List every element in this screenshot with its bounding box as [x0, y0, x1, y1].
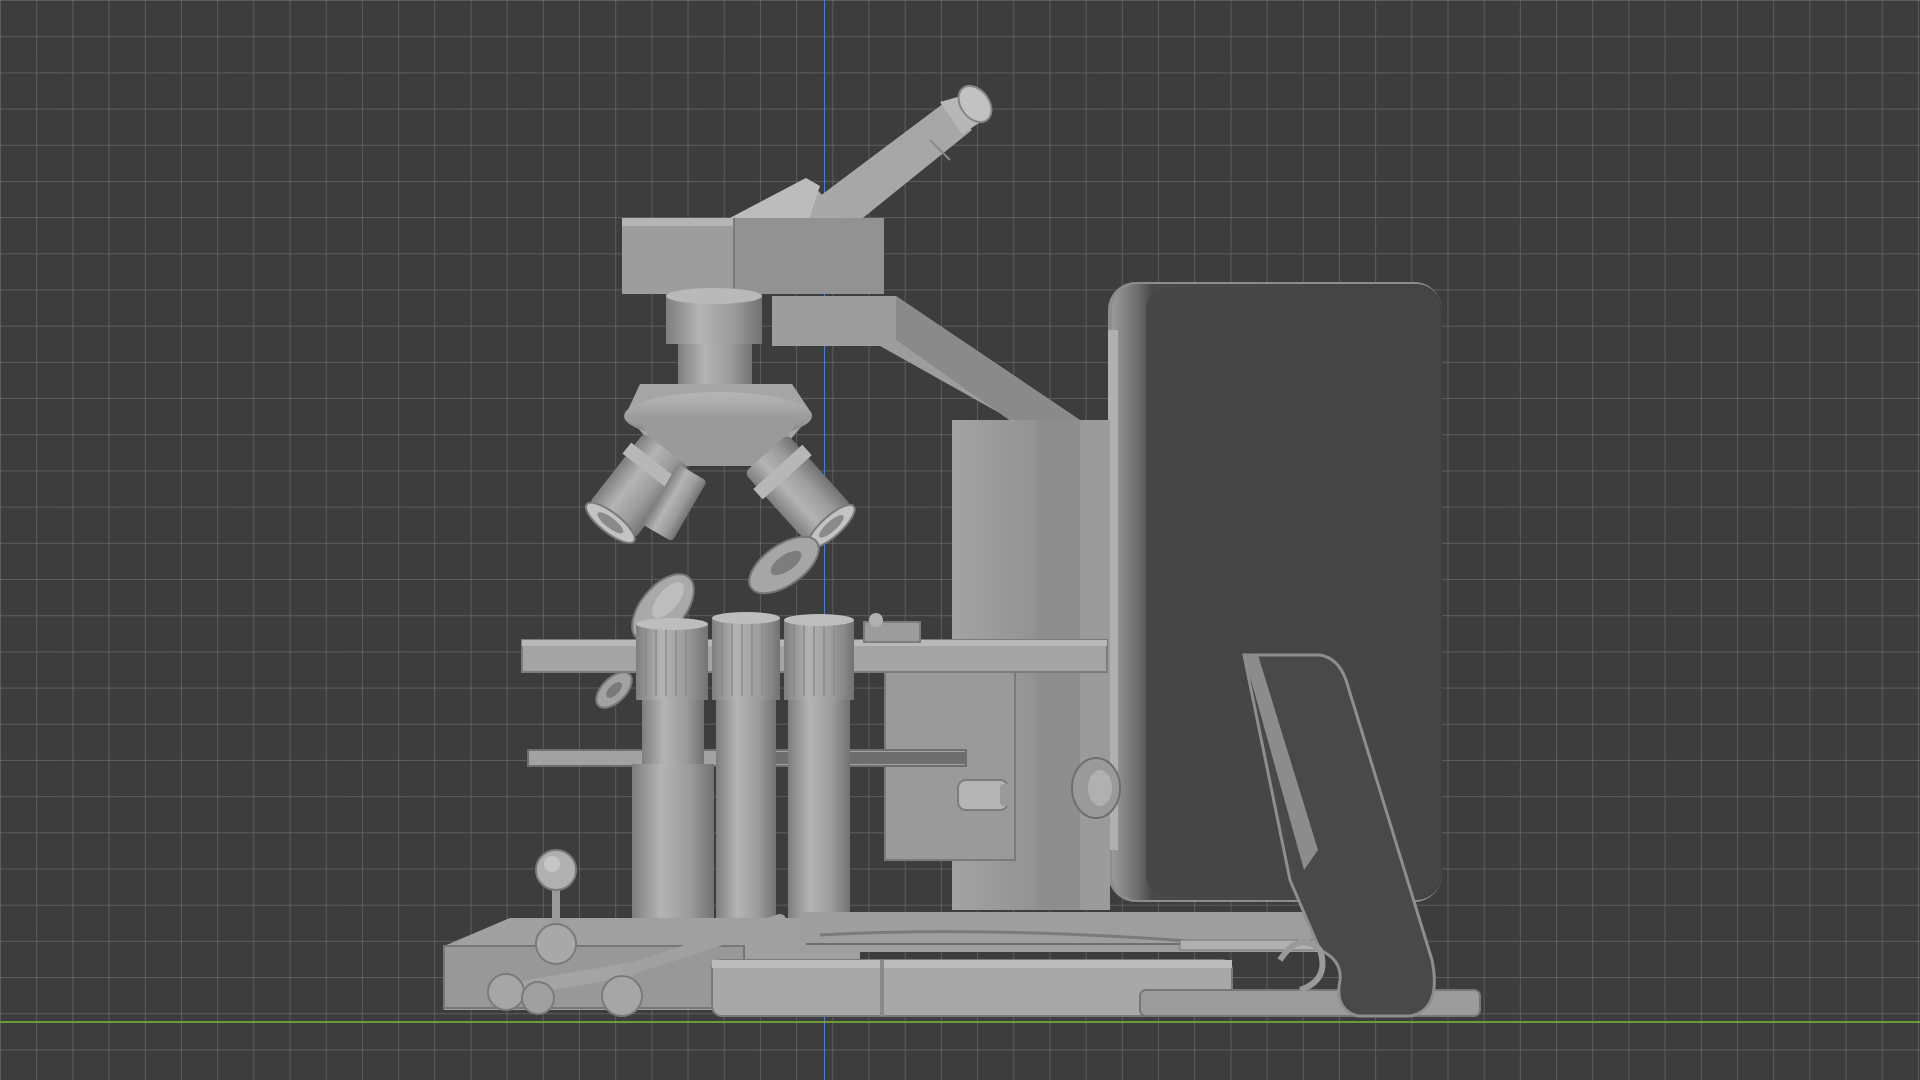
y-axis-line: [0, 1021, 1920, 1023]
microscope-model[interactable]: [0, 0, 1920, 1080]
3d-viewport[interactable]: [0, 0, 1920, 1080]
focus-knob-small[interactable]: [957, 779, 1012, 811]
eyepiece-tube[interactable]: [820, 80, 998, 230]
focus-knob-large[interactable]: [1071, 757, 1121, 819]
focus-tube-3[interactable]: [784, 614, 854, 940]
small-ring[interactable]: [590, 666, 638, 714]
